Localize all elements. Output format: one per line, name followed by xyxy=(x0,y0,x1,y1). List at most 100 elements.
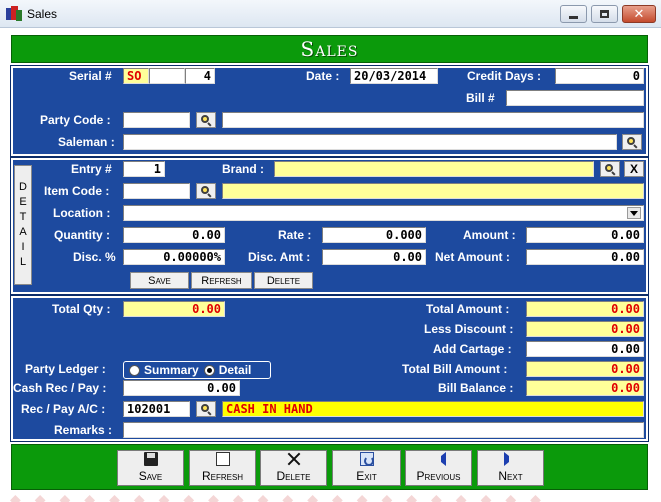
saleman-search-button[interactable] xyxy=(622,134,642,150)
detail-tab-letter: T xyxy=(19,211,27,223)
rate-label: Rate : xyxy=(278,228,312,242)
exit-button[interactable]: Exit xyxy=(332,450,401,486)
credit-days-label: Credit Days : xyxy=(467,69,542,83)
radio-icon xyxy=(129,364,140,376)
floppy-disk-icon xyxy=(143,452,158,466)
remarks-field[interactable] xyxy=(123,422,644,438)
summary-radio-label: Summary xyxy=(144,363,199,377)
entry-field[interactable]: 1 xyxy=(123,161,165,177)
close-icon: ✕ xyxy=(633,6,645,22)
quantity-label: Quantity : xyxy=(54,228,110,242)
detail-tab-letter: E xyxy=(19,196,27,208)
delete-x-icon xyxy=(287,452,301,466)
less-discount-label: Less Discount : xyxy=(424,322,514,336)
serial-number-field[interactable]: 4 xyxy=(185,68,215,84)
close-button[interactable]: ✕ xyxy=(622,5,656,23)
add-cartage-label: Add Cartage : xyxy=(433,342,512,356)
remarks-label: Remarks : xyxy=(54,423,113,437)
window-titlebar: Sales ✕ xyxy=(0,0,661,28)
total-qty-field[interactable]: 0.00 xyxy=(123,301,225,317)
disc-pct-label: Disc. % xyxy=(73,250,116,264)
party-ledger-label: Party Ledger : xyxy=(25,362,106,376)
rec-pay-ac-code-field[interactable]: 102001 xyxy=(123,401,190,417)
bill-balance-field[interactable]: 0.00 xyxy=(526,380,644,396)
bill-balance-label: Bill Balance : xyxy=(438,381,514,395)
amount-field[interactable]: 0.00 xyxy=(526,227,644,243)
next-button-label: Next xyxy=(498,469,523,483)
maximize-button[interactable] xyxy=(591,5,618,23)
refresh-button-label: Refresh xyxy=(201,469,244,483)
detail-tab-letter: A xyxy=(19,226,27,238)
detail-refresh-button[interactable]: Refresh xyxy=(191,272,252,289)
net-amount-field[interactable]: 0.00 xyxy=(526,249,644,265)
save-button[interactable]: Save xyxy=(117,450,184,486)
total-qty-label: Total Qty : xyxy=(52,302,111,316)
item-search-button[interactable] xyxy=(196,183,216,199)
search-icon xyxy=(200,185,212,198)
date-label: Date : xyxy=(306,69,340,83)
detail-tab-letter: D xyxy=(19,181,27,193)
rate-field[interactable]: 0.000 xyxy=(322,227,426,243)
chevron-right-icon xyxy=(503,452,518,466)
ac-search-button[interactable] xyxy=(196,401,216,417)
detail-save-button[interactable]: Save xyxy=(130,272,189,289)
delete-button[interactable]: Delete xyxy=(260,450,327,486)
add-cartage-field[interactable]: 0.00 xyxy=(526,341,644,357)
party-code-field[interactable] xyxy=(123,112,190,128)
credit-days-field[interactable]: 0 xyxy=(555,68,644,84)
exit-icon xyxy=(359,452,374,466)
detail-tab[interactable]: D E T A I L xyxy=(14,165,32,285)
detail-radio-label: Detail xyxy=(218,363,252,377)
quantity-field[interactable]: 0.00 xyxy=(123,227,225,243)
date-field[interactable]: 20/03/2014 xyxy=(350,68,438,84)
detail-radio[interactable]: Detail xyxy=(203,363,252,377)
brand-field[interactable] xyxy=(274,161,594,177)
bill-label: Bill # xyxy=(466,91,495,105)
save-button-label: Save xyxy=(138,469,163,483)
total-bill-field[interactable]: 0.00 xyxy=(526,361,644,377)
serial-prefix-field[interactable]: SO xyxy=(123,68,149,84)
party-ledger-radio-group: Summary Detail xyxy=(123,361,271,379)
party-search-button[interactable] xyxy=(196,112,216,128)
location-select[interactable] xyxy=(123,205,644,221)
cash-rec-label: Cash Rec / Pay : xyxy=(13,381,107,395)
previous-button-label: Previous xyxy=(416,469,461,483)
total-amount-field[interactable]: 0.00 xyxy=(526,301,644,317)
books-app-icon xyxy=(6,6,22,22)
item-code-field[interactable] xyxy=(123,183,190,199)
saleman-field[interactable] xyxy=(123,134,617,150)
brand-search-button[interactable] xyxy=(600,161,620,177)
detail-delete-button[interactable]: Delete xyxy=(254,272,313,289)
delete-button-label: Delete xyxy=(276,469,311,483)
previous-button[interactable]: Previous xyxy=(405,450,472,486)
rec-pay-ac-name-field[interactable]: CASH IN HAND xyxy=(222,401,644,417)
entry-label: Entry # xyxy=(71,162,112,176)
item-code-label: Item Code : xyxy=(44,184,110,198)
party-name-field[interactable] xyxy=(222,112,644,128)
disc-pct-field[interactable]: 0.00000% xyxy=(123,249,225,265)
disc-amt-field[interactable]: 0.00 xyxy=(322,249,426,265)
chevron-left-icon xyxy=(432,452,446,466)
window-title: Sales xyxy=(27,7,58,21)
amount-label: Amount : xyxy=(463,228,516,242)
brand-clear-button[interactable]: X xyxy=(624,161,644,177)
action-toolbar: Save Refresh Delete Exit Previous Next xyxy=(11,444,648,490)
brand-label: Brand : xyxy=(222,162,264,176)
summary-radio[interactable]: Summary xyxy=(129,363,199,377)
radio-selected-icon xyxy=(203,364,215,376)
search-icon xyxy=(200,114,212,127)
item-name-field[interactable] xyxy=(222,183,644,199)
cash-rec-field[interactable]: 0.00 xyxy=(123,380,240,396)
detail-tab-letter: I xyxy=(21,241,25,253)
maximize-icon xyxy=(600,10,609,18)
decorative-watermark: ◆◆◆◆◆◆◆◆◆◆◆◆◆◆◆◆◆◆◆◆◆◆ xyxy=(10,492,555,502)
bill-field[interactable] xyxy=(506,90,644,106)
decorative-bottom-strip: ◆◆◆◆◆◆◆◆◆◆◆◆◆◆◆◆◆◆◆◆◆◆ xyxy=(0,490,661,502)
serial-mid-field[interactable] xyxy=(149,68,185,84)
serial-label: Serial # xyxy=(69,69,112,83)
refresh-button[interactable]: Refresh xyxy=(189,450,256,486)
less-discount-field[interactable]: 0.00 xyxy=(526,321,644,337)
chevron-down-icon[interactable] xyxy=(627,207,641,219)
minimize-button[interactable] xyxy=(560,5,587,23)
next-button[interactable]: Next xyxy=(477,450,544,486)
